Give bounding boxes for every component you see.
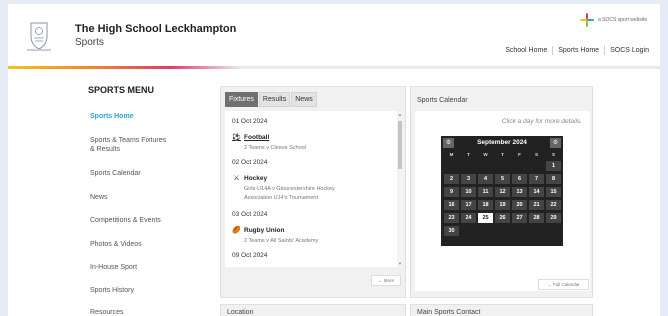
calendar-day[interactable]: 19 (495, 200, 510, 210)
calendar-header: ⚙ September 2024 ⚙ (441, 136, 563, 149)
calendar-day[interactable]: 3 (461, 174, 476, 184)
calendar-body: Click a day for more details. ⚙ Septembe… (415, 111, 590, 291)
sidebar-item-news[interactable]: News (90, 193, 210, 202)
more-fixtures-button[interactable]: ← More (371, 275, 401, 286)
calendar-day[interactable]: 5 (495, 174, 510, 184)
full-calendar-button[interactable]: ← Full Calendar (538, 279, 589, 290)
site-subtitle: Sports (75, 37, 104, 48)
hockey-sticks-icon: ⚔ (233, 175, 240, 182)
school-name[interactable]: The High School Leckhampton (75, 23, 236, 35)
calendar-day[interactable]: 9 (444, 187, 459, 197)
nav-sports-home[interactable]: Sports Home (552, 46, 604, 55)
sidebar-item-competitions-events[interactable]: Competitions & Events (90, 216, 210, 225)
fixture-sport-football[interactable]: ⚽ Football (232, 133, 269, 142)
calendar-day[interactable]: 14 (529, 187, 544, 197)
calendar-day[interactable]: 6 (512, 174, 527, 184)
fixtures-list[interactable]: 01 Oct 2024 ⚽ Football 2 Teams v Cleeve … (225, 111, 403, 267)
calendar-day[interactable]: 11 (478, 187, 493, 197)
location-panel: Location (220, 304, 406, 316)
tab-results[interactable]: Results (258, 92, 291, 107)
fixtures-panel: Fixtures Results News 01 Oct 2024 ⚽ Foot… (220, 86, 406, 298)
fixtures-scroll-thumb[interactable] (398, 121, 402, 169)
header-accent-stripe (8, 66, 240, 69)
fixture-date: 02 Oct 2024 (232, 159, 268, 166)
fixture-sport-label: Hockey (244, 174, 268, 182)
calendar-next-gear-icon[interactable]: ⚙ (550, 138, 561, 148)
fixture-sport-rugby: 🏉 Rugby Union (232, 226, 285, 235)
sidebar-item-photos-videos[interactable]: Photos & Videos (90, 240, 210, 249)
sidebar-item-sports-calendar[interactable]: Sports Calendar (90, 169, 210, 178)
sidebar-item-resources[interactable]: Resources (90, 308, 210, 316)
sports-menu-title: SPORTS MENU (88, 85, 155, 95)
scroll-up-icon[interactable]: ▲ (397, 112, 403, 117)
calendar-hint: Click a day for more details. (501, 118, 582, 125)
calendar-weekday: S (551, 152, 555, 157)
calendar-day[interactable]: 22 (546, 200, 561, 210)
calendar-weekday: S (534, 152, 538, 157)
calendar-day[interactable]: 17 (461, 200, 476, 210)
fixtures-tabs: Fixtures Results News (225, 92, 318, 107)
calendar-day-today[interactable]: 25 (478, 213, 493, 223)
calendar-day[interactable]: 13 (512, 187, 527, 197)
calendar-day[interactable]: 12 (495, 187, 510, 197)
page: The High School Leckhampton Sports a SOC… (8, 4, 660, 316)
fixture-detail: 2 Teams v All Saints' Academy (244, 238, 319, 244)
school-crest-logo[interactable] (24, 20, 54, 52)
fixture-date: 01 Oct 2024 (232, 118, 268, 125)
calendar-day[interactable]: 20 (512, 200, 527, 210)
calendar-month: September 2024 (477, 139, 527, 146)
calendar-day[interactable]: 29 (546, 213, 561, 223)
calendar-weekday: F (518, 152, 521, 157)
fixture-date: 09 Oct 2024 (232, 252, 268, 259)
nav-school-home[interactable]: School Home (500, 46, 552, 55)
fixture-sport-label: Rugby Union (244, 226, 285, 234)
calendar-day[interactable]: 24 (461, 213, 476, 223)
site-header: The High School Leckhampton Sports a SOC… (8, 4, 660, 66)
calendar-day[interactable]: 30 (444, 226, 459, 236)
calendar-day[interactable]: 1 (546, 161, 561, 171)
calendar-day[interactable]: 16 (444, 200, 459, 210)
sidebar-item-sports-home[interactable]: Sports Home (90, 112, 210, 121)
socs-logo-icon[interactable] (580, 13, 594, 27)
socs-badge-text[interactable]: a SOCS sport website (598, 17, 647, 23)
calendar-title: Sports Calendar (417, 97, 468, 104)
calendar-day[interactable]: 28 (529, 213, 544, 223)
football-icon: ⚽ (232, 134, 241, 141)
calendar-weekday: W (483, 152, 488, 157)
calendar-day[interactable]: 27 (512, 213, 527, 223)
calendar-day[interactable]: 21 (529, 200, 544, 210)
calendar-day[interactable]: 18 (478, 200, 493, 210)
tab-news[interactable]: News (291, 92, 317, 107)
calendar-day[interactable]: 8 (546, 174, 561, 184)
rugby-ball-icon: 🏉 (232, 227, 241, 234)
sidebar-item-sports-history[interactable]: Sports History (90, 286, 210, 295)
contact-title: Main Sports Contact (417, 309, 481, 316)
calendar-weekday: M (449, 152, 454, 157)
tab-fixtures[interactable]: Fixtures (225, 92, 258, 107)
nav-socs-login[interactable]: SOCS Login (604, 46, 654, 55)
calendar-day[interactable]: 10 (461, 187, 476, 197)
fixture-detail: Girls-U14A v Gloucestershire Hockey (244, 186, 335, 192)
scroll-down-icon[interactable]: ▼ (397, 261, 403, 266)
top-navigation: School Home Sports Home SOCS Login (500, 46, 654, 55)
location-title: Location (227, 309, 254, 316)
fixture-sport-label[interactable]: Football (244, 134, 269, 141)
calendar-day[interactable]: 2 (444, 174, 459, 184)
calendar-day[interactable]: 4 (478, 174, 493, 184)
main-sports-contact-panel: Main Sports Contact (410, 304, 593, 316)
fixture-sport-hockey: ⚔ Hockey (232, 174, 268, 183)
fixture-date: 03 Oct 2024 (232, 211, 268, 218)
sports-calendar-panel: Sports Calendar Click a day for more det… (410, 86, 593, 298)
calendar-widget: ⚙ September 2024 ⚙ M T W T F S S 1 2 3 4 5 6 7 8 9 10 11 1… (441, 136, 563, 246)
sidebar-item-fixtures-results[interactable]: Sports & Teams Fixtures & Results (90, 136, 170, 154)
calendar-weekday: T (501, 152, 504, 157)
calendar-day[interactable]: 15 (546, 187, 561, 197)
calendar-day[interactable]: 23 (444, 213, 459, 223)
fixture-detail: 2 Teams v Cleeve School (244, 145, 306, 151)
sidebar-item-in-house-sport[interactable]: In-House Sport (90, 263, 210, 272)
calendar-day[interactable]: 26 (495, 213, 510, 223)
calendar-day[interactable]: 7 (529, 174, 544, 184)
fixture-detail: Association U14's Tournament (244, 195, 319, 201)
calendar-weekday: T (467, 152, 470, 157)
